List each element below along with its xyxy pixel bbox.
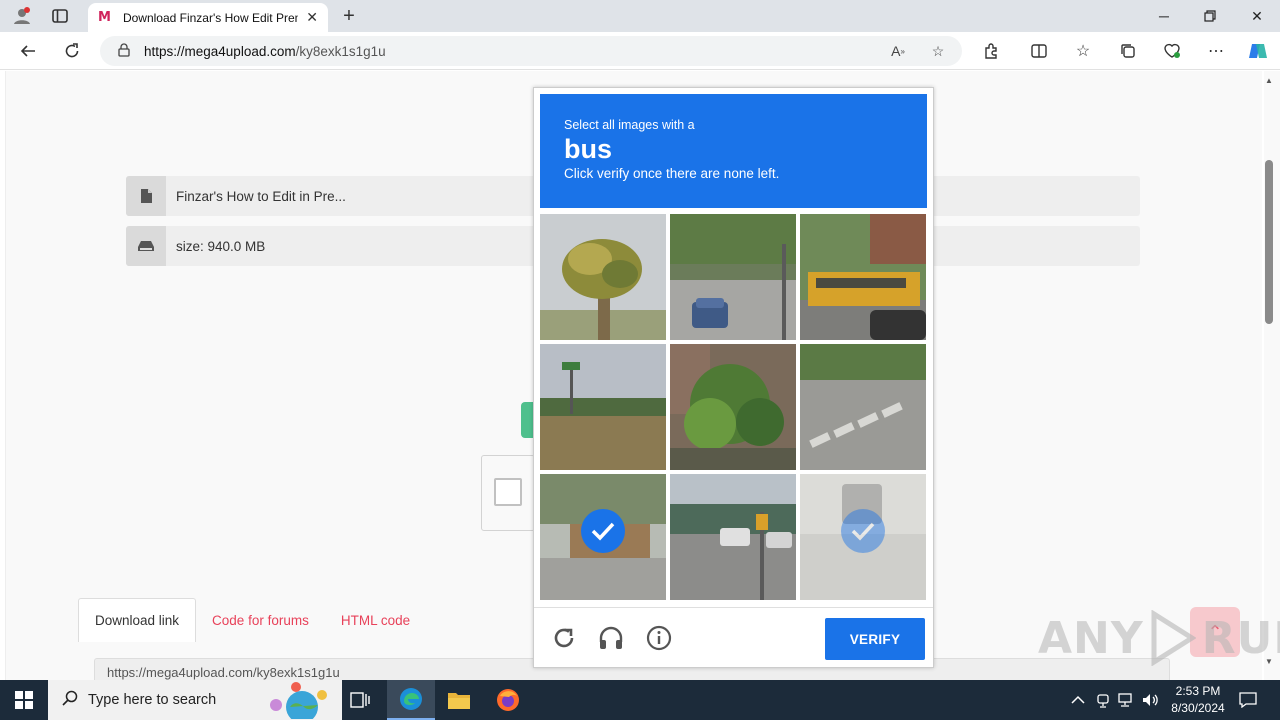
watermark-right: RUN — [1201, 612, 1280, 664]
notifications-icon[interactable] — [1239, 680, 1257, 720]
captcha-hint: Click verify once there are none left. — [564, 166, 780, 181]
info-icon[interactable] — [643, 622, 675, 654]
more-menu-icon[interactable]: ⋯ — [1201, 37, 1231, 65]
browser-tab-active[interactable]: M Download Finzar's How Edit Prem ✕ — [88, 3, 328, 32]
new-tab-icon[interactable]: + — [336, 4, 362, 28]
minimize-icon[interactable]: ─ — [1141, 0, 1187, 32]
edge-taskbar-icon[interactable] — [387, 680, 435, 720]
copilot-icon[interactable] — [1243, 37, 1273, 65]
audio-challenge-icon[interactable] — [595, 622, 627, 654]
performance-icon[interactable] — [1157, 37, 1187, 65]
split-screen-icon[interactable] — [1024, 37, 1054, 65]
captcha-tile-palm-tree[interactable] — [540, 214, 666, 340]
tab-download-link[interactable]: Download link — [78, 598, 197, 642]
tab-html-code[interactable]: HTML code — [325, 598, 426, 642]
tab-code-for-forums[interactable]: Code for forums — [196, 598, 325, 642]
system-clock[interactable]: 2:53 PM 8/30/2024 — [1160, 683, 1236, 717]
close-window-icon[interactable]: ✕ — [1234, 0, 1280, 32]
search-icon — [62, 690, 78, 711]
clock-time: 2:53 PM — [1175, 684, 1221, 698]
anyrun-watermark: ANY RUN — [1038, 606, 1280, 670]
captcha-image-grid — [540, 214, 927, 601]
captcha-instruction: Select all images with a — [564, 118, 695, 132]
taskbar-search-box[interactable]: Type here to search — [48, 680, 342, 720]
address-bar[interactable]: https://mega4upload.com/ky8exk1s1g1u — [100, 36, 962, 66]
task-view-icon[interactable] — [336, 680, 384, 720]
search-highlight-illustration — [270, 682, 327, 719]
windows-logo-icon — [15, 691, 33, 709]
captcha-tile-crosswalk[interactable] — [800, 344, 926, 470]
refresh-icon[interactable] — [57, 37, 87, 65]
url-path: /ky8exk1s1g1u — [295, 43, 386, 59]
play-logo-icon — [1151, 610, 1196, 666]
show-hidden-icons[interactable] — [1071, 680, 1085, 720]
lock-icon[interactable] — [118, 42, 130, 60]
profile-icon[interactable] — [8, 4, 36, 28]
scroll-up-icon[interactable]: ▲ — [1262, 76, 1276, 88]
selected-check-icon — [841, 509, 885, 553]
file-explorer-icon[interactable] — [435, 680, 483, 720]
clock-date: 8/30/2024 — [1171, 701, 1225, 715]
verify-button[interactable]: VERIFY — [825, 618, 925, 660]
watermark-left: ANY — [1038, 612, 1144, 664]
volume-icon[interactable] — [1142, 680, 1160, 720]
reload-challenge-icon[interactable] — [548, 622, 580, 654]
code-tabs: Download link Code for forums HTML code — [78, 598, 426, 642]
hard-drive-icon — [126, 226, 166, 266]
back-icon[interactable] — [13, 37, 43, 65]
captcha-tile-school-bus[interactable] — [800, 214, 926, 340]
windows-taskbar: Type here to search 2:53 PM 8/30/2024 — [0, 680, 1280, 720]
captcha-tile-parking-lot[interactable] — [670, 474, 796, 600]
browser-titlebar: M Download Finzar's How Edit Prem ✕ + ─ … — [0, 0, 1280, 32]
favorites-icon[interactable]: ☆ — [1068, 37, 1098, 65]
firefox-icon[interactable] — [484, 680, 532, 720]
captcha-target-object: bus — [564, 134, 613, 164]
scrollbar-thumb[interactable] — [1265, 160, 1273, 324]
captcha-tile-road-car[interactable] — [670, 214, 796, 340]
favorite-star-icon[interactable]: ☆ — [927, 40, 949, 62]
extensions-icon[interactable] — [976, 37, 1006, 65]
read-aloud-icon[interactable]: A» — [887, 40, 909, 62]
restore-icon[interactable] — [1187, 0, 1233, 32]
url-host: https://mega4upload.com — [144, 43, 296, 59]
network-icon[interactable] — [1118, 680, 1136, 720]
captcha-tile-roadside-field[interactable] — [540, 344, 666, 470]
search-placeholder: Type here to search — [88, 692, 217, 708]
captcha-tile-bus-on-road[interactable] — [540, 474, 666, 600]
selected-check-icon — [581, 509, 625, 553]
browser-toolbar: https://mega4upload.com/ky8exk1s1g1u A» … — [0, 32, 1280, 70]
captcha-challenge: Select all images with a bus Click verif… — [533, 87, 934, 668]
tab-favicon: M — [98, 9, 111, 25]
start-button[interactable] — [0, 680, 48, 720]
captcha-header: Select all images with a bus Click verif… — [540, 94, 927, 208]
captcha-tile-faded-vehicle[interactable] — [800, 474, 926, 600]
file-size: size: 940.0 MB — [176, 238, 266, 254]
file-icon — [126, 176, 166, 216]
captcha-tile-garden-plants[interactable] — [670, 344, 796, 470]
file-name: Finzar's How to Edit in Pre... — [176, 188, 346, 204]
meet-now-icon[interactable] — [1096, 680, 1110, 720]
collections-icon[interactable] — [1113, 37, 1143, 65]
tab-close-icon[interactable]: ✕ — [306, 9, 318, 26]
tab-actions-icon[interactable] — [46, 4, 74, 28]
recaptcha-checkbox[interactable] — [494, 478, 522, 506]
tab-title: Download Finzar's How Edit Prem — [122, 10, 299, 25]
captcha-footer: VERIFY — [534, 607, 933, 667]
